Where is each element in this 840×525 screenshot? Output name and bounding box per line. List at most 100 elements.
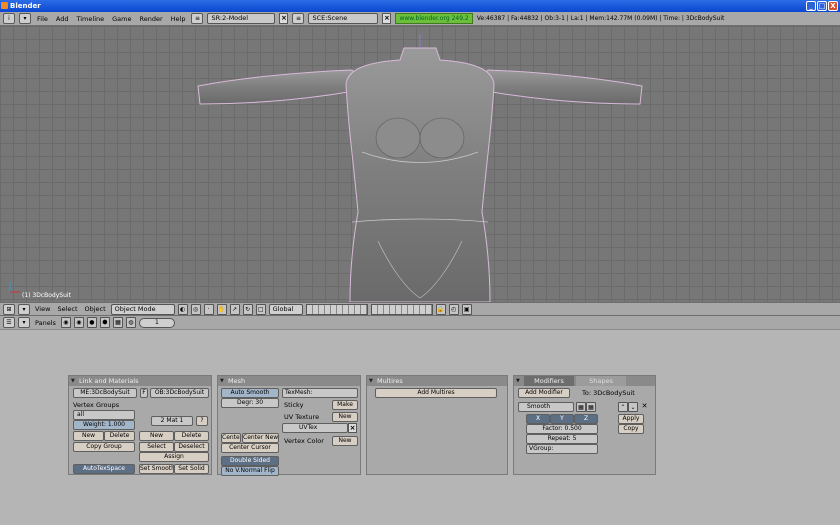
view3d-type-icon[interactable]: ⊞	[3, 303, 15, 315]
uvtex-delete-icon[interactable]: ×	[348, 423, 357, 433]
double-sided-toggle[interactable]: Double Sided	[221, 456, 279, 466]
material-help-button[interactable]: ?	[196, 416, 208, 426]
render-button-icon[interactable]: ▣	[461, 303, 472, 315]
object-name-field[interactable]: OB:3DcBodySuit	[150, 388, 209, 398]
view3d-collapse-icon[interactable]: ▾	[18, 303, 30, 315]
scene-delete-icon[interactable]: ×	[382, 13, 392, 24]
panel-title-link-materials[interactable]: Link and Materials	[69, 376, 211, 386]
move-up-icon[interactable]: ⌃	[618, 402, 628, 412]
context-scene-icon[interactable]: ◍	[125, 317, 136, 328]
mode-dropdown[interactable]: Object Mode	[110, 303, 175, 315]
material-assign-button[interactable]: Assign	[139, 452, 209, 462]
buttons-collapse-icon[interactable]: ▾	[18, 317, 30, 328]
draw-type-icon[interactable]: ◐	[177, 303, 188, 315]
uvtex-layer-field[interactable]: UVTex	[282, 423, 348, 433]
add-multires-button[interactable]: Add Multires	[375, 388, 497, 398]
vertex-color-new-button[interactable]: New	[332, 436, 358, 446]
panel-title-multires[interactable]: Multires	[367, 376, 507, 386]
smooth-factor-field[interactable]: Factor: 0.500	[526, 424, 598, 434]
3d-viewport[interactable]: (1) 3DcBodySuit	[0, 26, 840, 302]
layer-buttons[interactable]	[305, 303, 368, 315]
render-preview-icon[interactable]: ◴	[448, 303, 459, 315]
panel-title-mesh[interactable]: Mesh	[218, 376, 360, 386]
menu-game[interactable]: Game	[110, 15, 133, 23]
close-button[interactable]: X	[828, 1, 838, 11]
manipulator-translate-icon[interactable]: ↗	[229, 303, 240, 315]
weight-field[interactable]: Weight: 1.000	[73, 420, 135, 430]
context-editing-icon[interactable]: ▦	[112, 317, 123, 328]
modifier-apply-button[interactable]: Apply	[618, 414, 644, 424]
material-deselect-button[interactable]: Deselect	[174, 442, 209, 452]
menu-add[interactable]: Add	[54, 15, 71, 23]
layer-buttons-2[interactable]	[370, 303, 433, 315]
screen-name-field[interactable]: SR:2-Model	[207, 13, 276, 24]
panels-menu[interactable]: Panels	[33, 319, 58, 327]
manipulator-rotate-icon[interactable]: ↻	[242, 303, 253, 315]
uv-texture-new-button[interactable]: New	[332, 412, 358, 422]
set-smooth-button[interactable]: Set Smooth	[139, 464, 174, 474]
autotexspace-toggle[interactable]: AutoTexSpace	[73, 464, 135, 474]
screen-delete-icon[interactable]: ×	[279, 13, 289, 24]
minimize-button[interactable]: _	[806, 1, 816, 11]
pivot-median-icon[interactable]: ·	[203, 303, 214, 315]
manipulator-scale-icon[interactable]: □	[255, 303, 266, 315]
collapse-menu-icon[interactable]: ▾	[19, 13, 31, 24]
menu-view[interactable]: View	[33, 305, 52, 313]
copy-group-button[interactable]: Copy Group	[73, 442, 135, 452]
manipulator-hand-icon[interactable]: ✋	[216, 303, 227, 315]
context-object-icon[interactable]: ⬢	[99, 317, 110, 328]
smooth-vgroup-field[interactable]: VGroup:	[526, 444, 598, 454]
menu-timeline[interactable]: Timeline	[74, 15, 106, 23]
material-delete-button[interactable]: Delete	[174, 431, 209, 441]
orientation-dropdown[interactable]: Global	[268, 303, 303, 315]
degr-field[interactable]: Degr: 30	[221, 398, 279, 408]
vertex-group-name[interactable]: all	[73, 410, 135, 420]
remove-modifier-icon[interactable]: ✕	[640, 402, 649, 412]
context-script-icon[interactable]: ◉	[73, 317, 84, 328]
scene-name-field[interactable]: SCE:Scene	[308, 13, 379, 24]
modifier-realtime-icon[interactable]: ▦	[576, 402, 586, 412]
menu-select[interactable]: Select	[55, 305, 79, 313]
material-index-field[interactable]: 2 Mat 1	[151, 416, 193, 426]
center-cursor-button[interactable]: Center Cursor	[221, 443, 279, 453]
add-modifier-button[interactable]: Add Modifier	[518, 388, 570, 398]
center-new-button[interactable]: Center New	[242, 433, 279, 443]
window-type-icon[interactable]: i	[3, 13, 15, 24]
menu-render[interactable]: Render	[137, 15, 164, 23]
material-select-button[interactable]: Select	[139, 442, 174, 452]
move-down-icon[interactable]: ⌄	[628, 402, 638, 412]
context-logic-icon[interactable]: ◉	[60, 317, 71, 328]
scene-browse-icon[interactable]: ≡	[292, 13, 305, 24]
menu-file[interactable]: File	[35, 15, 50, 23]
screen-browse-icon[interactable]: ≡	[191, 13, 204, 24]
modifier-copy-button[interactable]: Copy	[618, 424, 644, 434]
smooth-x-toggle[interactable]: X	[526, 414, 550, 424]
menu-object[interactable]: Object	[83, 305, 108, 313]
sticky-make-button[interactable]: Make	[332, 400, 358, 410]
vgroup-delete-button[interactable]: Delete	[104, 431, 135, 441]
modifier-render-icon[interactable]: ▦	[586, 402, 596, 412]
smooth-repeat-field[interactable]: Repeat: 5	[526, 434, 598, 444]
buttons-type-icon[interactable]: ☰	[3, 317, 15, 328]
modifier-name-field[interactable]: Smooth	[518, 402, 574, 412]
texmesh-field[interactable]: TexMesh:	[282, 388, 358, 398]
tab-shapes[interactable]: Shapes	[576, 376, 626, 386]
smooth-y-toggle[interactable]: Y	[550, 414, 574, 424]
smooth-z-toggle[interactable]: Z	[574, 414, 598, 424]
page-counter[interactable]: 1	[138, 317, 175, 328]
fake-user-button[interactable]: F	[140, 388, 148, 398]
auto-smooth-toggle[interactable]: Auto Smooth	[221, 388, 279, 398]
set-solid-button[interactable]: Set Solid	[174, 464, 209, 474]
material-new-button[interactable]: New	[139, 431, 174, 441]
tab-modifiers[interactable]: Modifiers	[524, 376, 574, 386]
vgroup-new-button[interactable]: New	[73, 431, 104, 441]
context-shading-icon[interactable]: ●	[86, 317, 97, 328]
pivot-icon[interactable]: ◎	[190, 303, 201, 315]
center-button[interactable]: Center	[221, 433, 241, 443]
blender-url-link[interactable]: www.blender.org 249.2	[395, 13, 473, 24]
menu-help[interactable]: Help	[169, 15, 188, 23]
maximize-button[interactable]: □	[817, 1, 827, 11]
no-vnormal-flip-toggle[interactable]: No V.Normal Flip	[221, 466, 279, 476]
lock-layer-icon[interactable]: 🔒	[435, 303, 446, 315]
mesh-name-field[interactable]: ME:3DcBodySuit	[73, 388, 137, 398]
